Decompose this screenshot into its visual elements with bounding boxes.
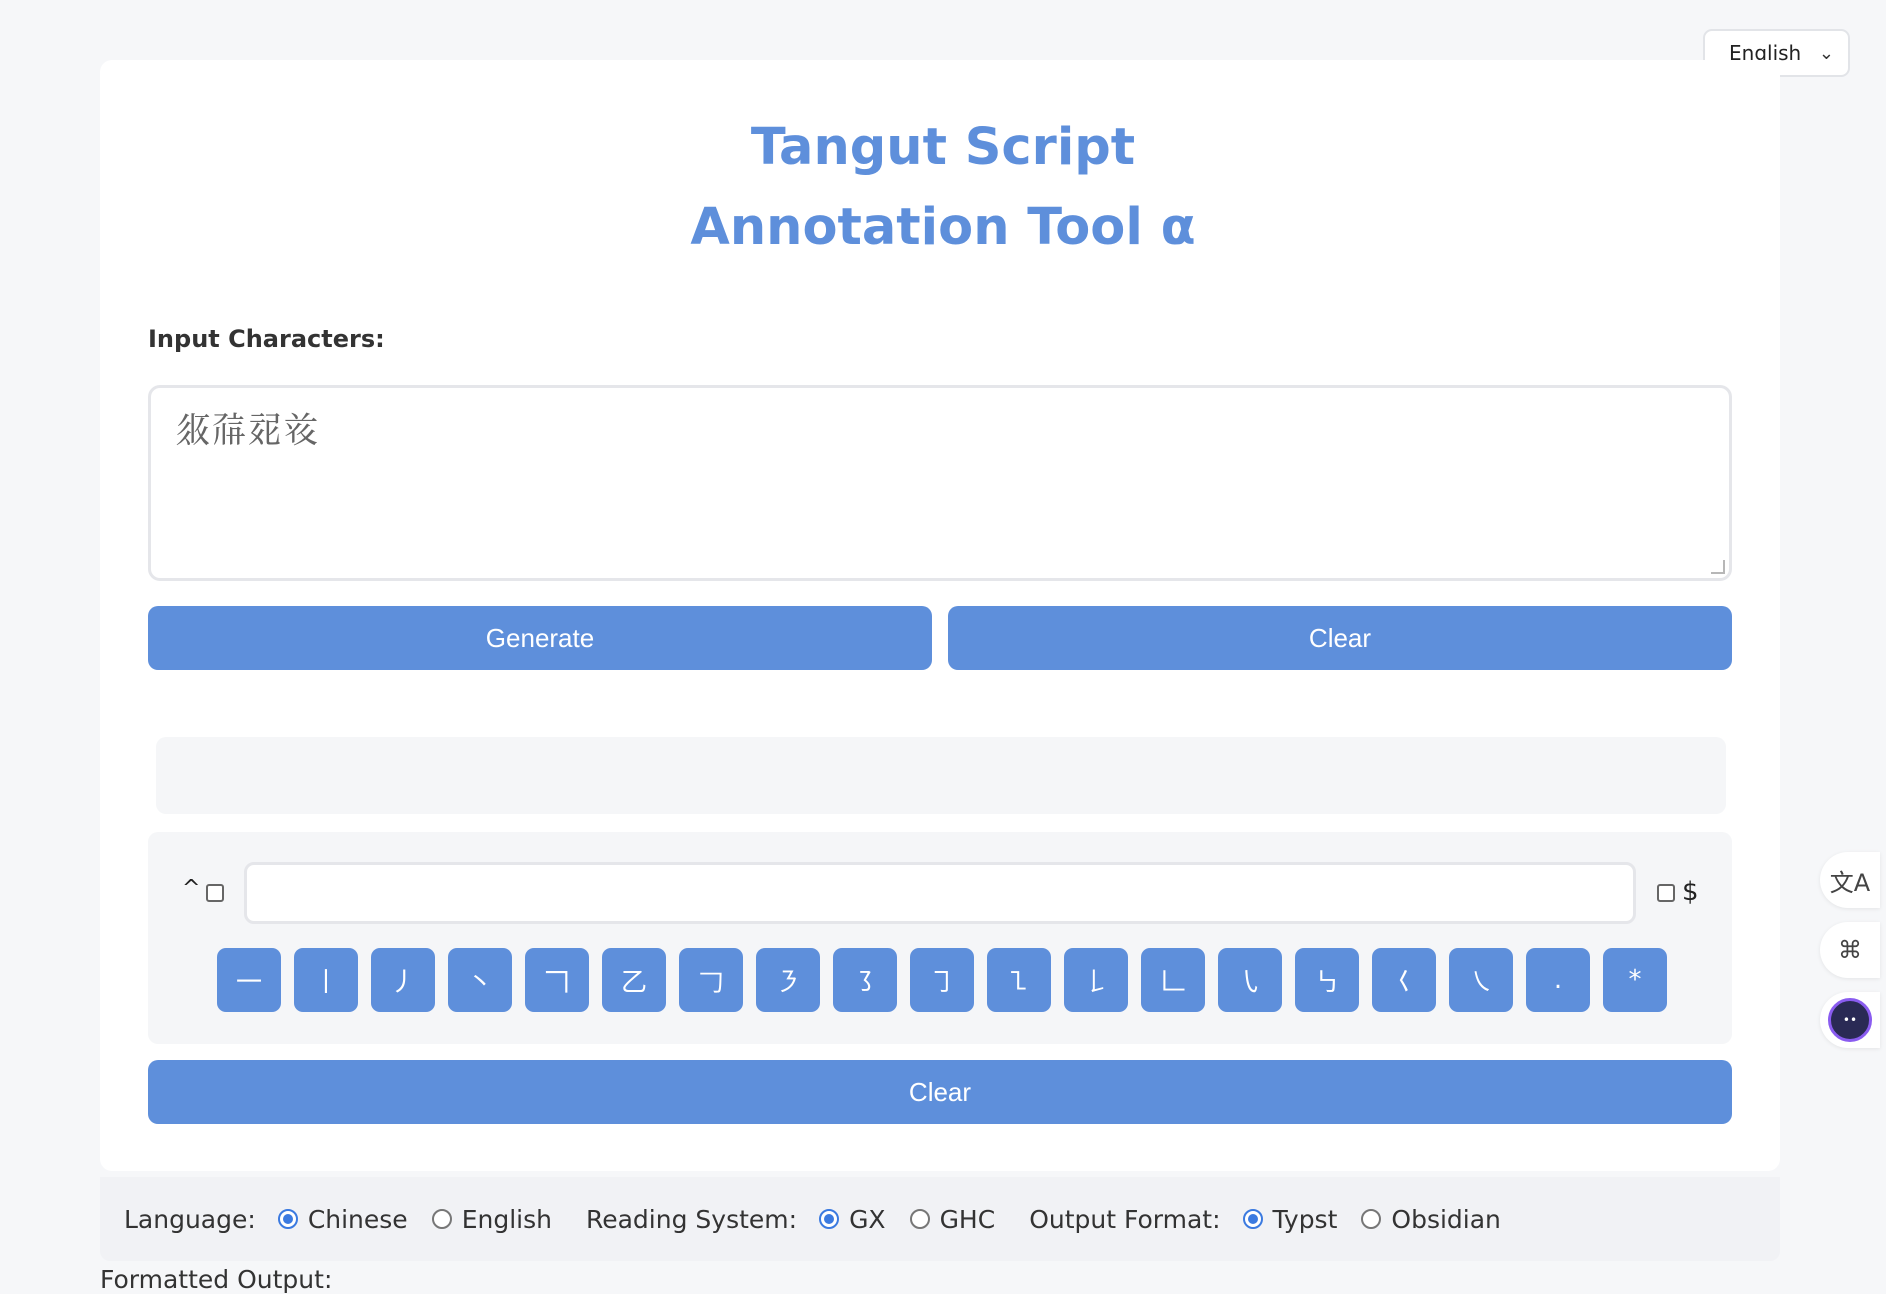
stroke-button[interactable]: ㇏ bbox=[1449, 948, 1513, 1012]
stroke-button[interactable]: ㇋ bbox=[756, 948, 820, 1012]
reading-radio-gx[interactable]: GX bbox=[819, 1205, 886, 1234]
stroke-button[interactable]: 𡿨 bbox=[1372, 948, 1436, 1012]
radio-label: Typst bbox=[1272, 1204, 1338, 1234]
language-radio-english[interactable]: English bbox=[431, 1204, 552, 1234]
stroke-button[interactable]: 一 bbox=[217, 948, 281, 1012]
radio-label: GHC bbox=[939, 1204, 996, 1234]
language-option-label: Language: bbox=[124, 1204, 256, 1234]
translate-icon[interactable]: 文A bbox=[1820, 852, 1880, 908]
start-anchor-label: ^ bbox=[182, 876, 201, 901]
stroke-button[interactable]: 𠃊 bbox=[1141, 948, 1205, 1012]
chevron-down-icon: ⌄ bbox=[1818, 43, 1834, 64]
suggestion-area bbox=[156, 737, 1726, 814]
stroke-button[interactable]: 乙 bbox=[602, 948, 666, 1012]
stroke-button[interactable]: . bbox=[1526, 948, 1590, 1012]
formatted-output-label: Formatted Output: bbox=[100, 1265, 333, 1294]
format-radio-obsidian[interactable]: Obsidian bbox=[1361, 1205, 1501, 1234]
radio-selected-icon[interactable] bbox=[1242, 1209, 1263, 1229]
radio-unselected-icon[interactable] bbox=[1361, 1209, 1382, 1229]
stroke-button[interactable]: ㇌ bbox=[833, 948, 897, 1012]
radio-label: English bbox=[461, 1204, 552, 1234]
stroke-button[interactable]: 丿 bbox=[371, 948, 435, 1012]
stroke-button[interactable]: * bbox=[1603, 948, 1667, 1012]
page-title-line2: Annotation Tool α bbox=[690, 198, 1196, 257]
radio-label: GX bbox=[849, 1204, 886, 1234]
radio-unselected-icon[interactable] bbox=[909, 1209, 930, 1229]
stroke-button[interactable]: ㇆ bbox=[910, 948, 974, 1012]
radio-selected-icon[interactable] bbox=[277, 1209, 298, 1229]
radio-label: Chinese bbox=[307, 1204, 408, 1234]
reading-radio-ghc[interactable]: GHC bbox=[909, 1204, 996, 1234]
reading-system-label: Reading System: bbox=[585, 1204, 798, 1234]
stroke-button[interactable]: ㇂ bbox=[1218, 948, 1282, 1012]
stroke-button[interactable]: 丶 bbox=[448, 948, 512, 1012]
stroke-button[interactable]: ㇅ bbox=[987, 948, 1051, 1012]
page-title-line1: Tangut Script bbox=[750, 118, 1136, 177]
radio-selected-icon[interactable] bbox=[819, 1209, 840, 1229]
stroke-button[interactable]: 丨 bbox=[294, 948, 358, 1012]
radio-label: Obsidian bbox=[1391, 1204, 1501, 1234]
generate-button[interactable]: Generate bbox=[148, 606, 932, 670]
assistant-face-icon[interactable]: •• bbox=[1820, 992, 1880, 1048]
input-characters-textarea[interactable]: 𗼇𗗚𗵿𘝞 bbox=[148, 385, 1732, 581]
language-radio-chinese[interactable]: Chinese bbox=[277, 1204, 408, 1234]
input-characters-value: 𗼇𗗚𗵿𘝞 bbox=[175, 410, 320, 451]
command-icon[interactable]: ⌘ bbox=[1820, 922, 1880, 978]
input-characters-label: Input Characters: bbox=[148, 325, 385, 353]
start-anchor-checkbox[interactable] bbox=[206, 884, 224, 902]
stroke-button[interactable]: 𠄌 bbox=[1064, 948, 1128, 1012]
end-anchor-checkbox[interactable] bbox=[1657, 884, 1675, 902]
clear-button[interactable]: Clear bbox=[948, 606, 1732, 670]
output-format-label: Output Format: bbox=[1029, 1204, 1221, 1234]
stroke-button[interactable]: ㇉ bbox=[1295, 948, 1359, 1012]
options-bar: Language: Chinese English Reading System… bbox=[100, 1177, 1780, 1261]
stroke-button[interactable]: 𠃌 bbox=[679, 948, 743, 1012]
radio-unselected-icon[interactable] bbox=[431, 1209, 452, 1229]
format-radio-typst[interactable]: Typst bbox=[1242, 1204, 1338, 1234]
clear-stroke-button[interactable]: Clear bbox=[148, 1060, 1732, 1124]
end-anchor-label: $ bbox=[1682, 877, 1699, 907]
resize-grip-icon[interactable] bbox=[1711, 560, 1725, 574]
stroke-pattern-input[interactable] bbox=[244, 862, 1636, 924]
stroke-button-row: 一 丨 丿 丶 𠃍 乙 𠃌 ㇋ ㇌ ㇆ ㇅ 𠄌 𠃊 ㇂ ㇉ 𡿨 ㇏ . * bbox=[217, 948, 1667, 1012]
stroke-button[interactable]: 𠃍 bbox=[525, 948, 589, 1012]
